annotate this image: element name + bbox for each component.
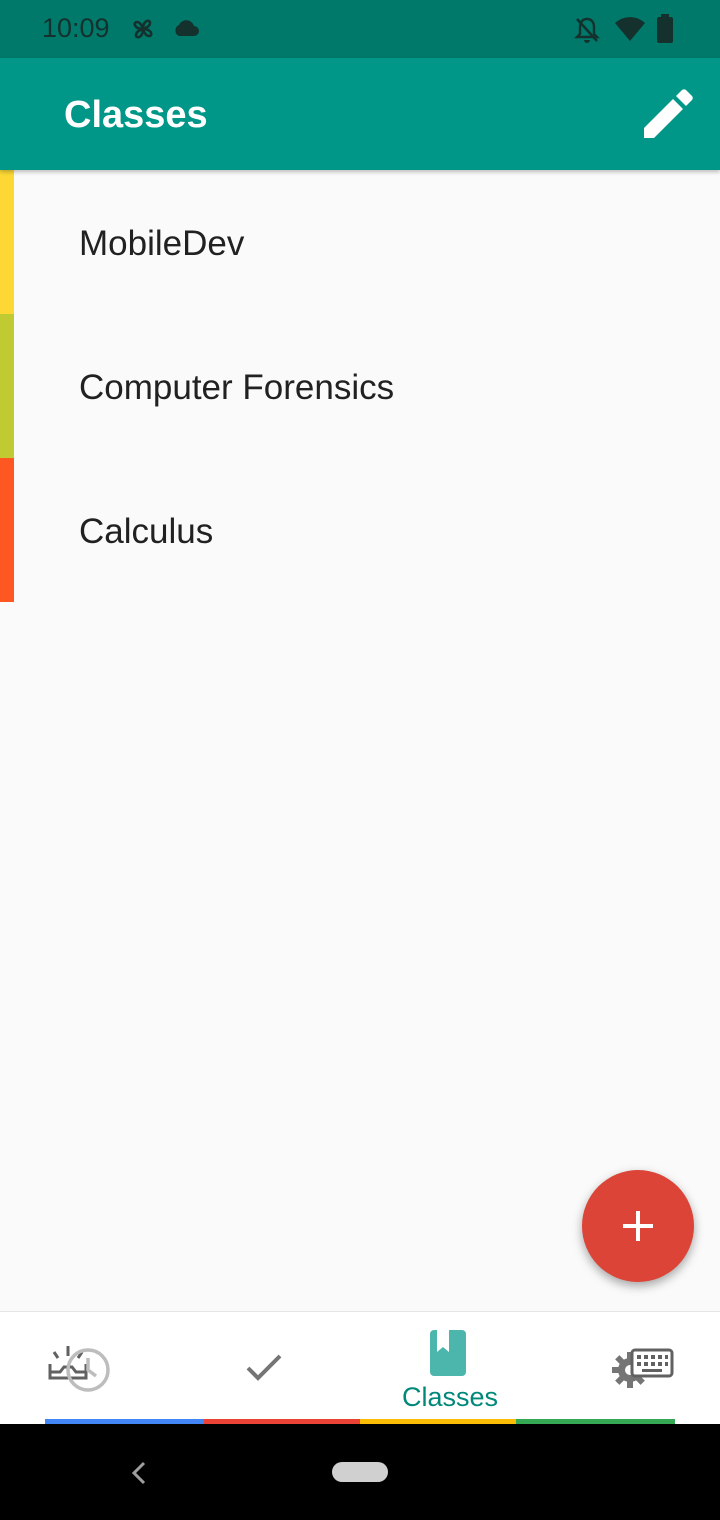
pinwheel-icon <box>128 14 158 49</box>
status-time: 10:09 <box>42 13 110 43</box>
nav-item-inbox[interactable] <box>0 1312 180 1420</box>
back-button[interactable] <box>128 1460 150 1491</box>
nav-item-settings[interactable] <box>540 1312 720 1420</box>
page-title: Classes <box>64 94 208 136</box>
class-name: Calculus <box>79 512 214 551</box>
book-icon <box>430 1330 466 1376</box>
notifications-off-icon <box>574 16 600 49</box>
app-bar: Classes <box>0 58 720 170</box>
class-item-calculus[interactable]: Calculus <box>0 458 720 602</box>
settings-keyboard-icon <box>612 1348 674 1388</box>
status-bar: 10:09 <box>0 0 720 58</box>
class-name: MobileDev <box>79 224 245 263</box>
class-color-strip <box>0 170 14 314</box>
nav-item-classes[interactable]: Classes <box>360 1312 540 1420</box>
system-navigation-bar <box>0 1424 720 1520</box>
edit-pencil-icon <box>644 89 693 138</box>
class-item-computer-forensics[interactable]: Computer Forensics <box>0 314 720 458</box>
wifi-icon <box>614 16 646 47</box>
nav-item-tasks[interactable] <box>180 1312 360 1420</box>
check-icon <box>246 1354 282 1381</box>
bottom-navigation: Classes <box>0 1311 720 1425</box>
class-list: MobileDev Computer Forensics Calculus <box>0 170 720 602</box>
plus-icon <box>623 1211 653 1241</box>
inbox-history-icon <box>48 1346 110 1392</box>
cloud-icon <box>172 18 200 43</box>
add-class-button[interactable] <box>582 1170 694 1282</box>
back-chevron-icon <box>131 1461 146 1485</box>
class-name: Computer Forensics <box>79 368 395 407</box>
class-color-strip <box>0 314 14 458</box>
nav-label-classes: Classes <box>401 1382 499 1412</box>
home-pill-icon[interactable] <box>332 1462 388 1482</box>
edit-button[interactable] <box>636 82 700 146</box>
battery-icon <box>656 14 674 49</box>
class-item-mobiledev[interactable]: MobileDev <box>0 170 720 314</box>
class-color-strip <box>0 458 14 602</box>
